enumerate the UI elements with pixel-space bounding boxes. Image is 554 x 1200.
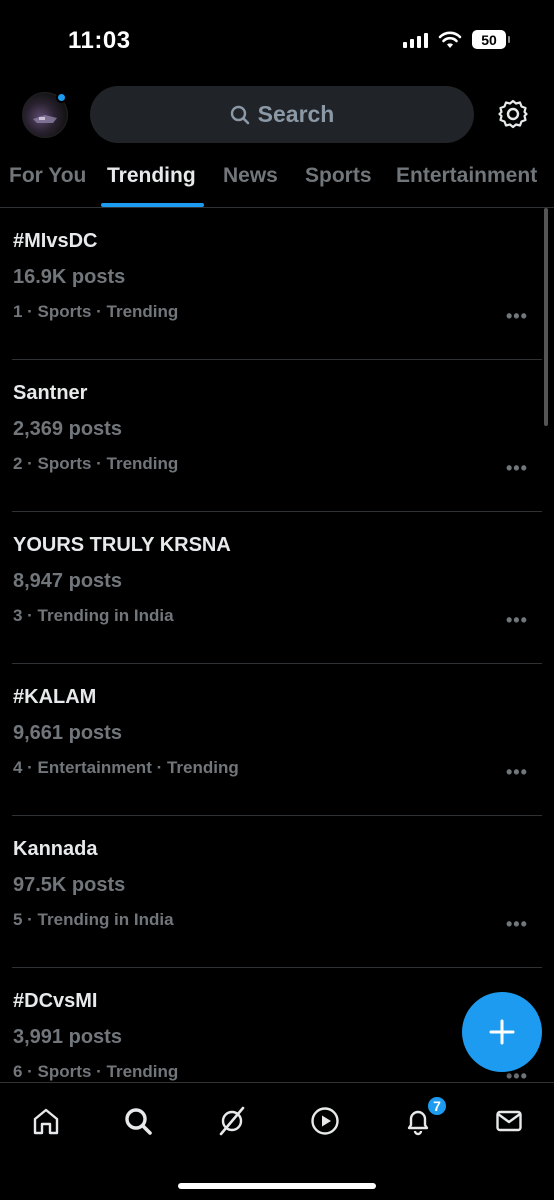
battery-indicator: 50 xyxy=(472,30,510,49)
status-indicators: 50 xyxy=(403,30,510,49)
more-options-icon[interactable]: ••• xyxy=(506,762,528,783)
trend-post-count: 3,991 posts xyxy=(13,1026,122,1048)
trend-item[interactable]: Santner 2,369 posts 2 · Sports · Trendin… xyxy=(0,360,554,512)
status-time: 11:03 xyxy=(68,27,131,54)
trend-item[interactable]: #MIvsDC 16.9K posts 1 · Sports · Trendin… xyxy=(0,208,554,360)
nav-explore[interactable] xyxy=(116,1099,160,1143)
trend-meta: 4 · Entertainment · Trending xyxy=(13,758,239,777)
explore-tabs: For You Trending News Sports Entertainme… xyxy=(0,150,554,208)
search-placeholder: Search xyxy=(257,101,335,127)
trend-meta: 6 · Sports · Trending xyxy=(13,1062,179,1081)
trend-name: Kannada xyxy=(13,838,98,860)
nav-video[interactable] xyxy=(303,1099,347,1143)
search-input[interactable]: Search xyxy=(90,86,474,143)
tab-trending[interactable]: Trending xyxy=(107,164,196,188)
scrollbar[interactable] xyxy=(544,208,548,426)
grok-icon xyxy=(219,1106,245,1136)
wifi-icon xyxy=(438,31,462,48)
more-options-icon[interactable]: ••• xyxy=(506,914,528,935)
plus-icon xyxy=(489,1019,515,1045)
tab-for-you[interactable]: For You xyxy=(9,164,86,188)
trend-meta: 5 · Trending in India xyxy=(13,910,174,929)
trend-name: #KALAM xyxy=(13,686,97,708)
header: Search xyxy=(0,84,554,146)
bottom-navigation: 7 xyxy=(0,1082,554,1200)
tab-sports[interactable]: Sports xyxy=(305,164,372,188)
notification-count-badge: 7 xyxy=(426,1095,448,1117)
trend-meta: 2 · Sports · Trending xyxy=(13,454,179,473)
home-icon xyxy=(33,1108,59,1135)
nav-home[interactable] xyxy=(24,1099,68,1143)
trend-post-count: 16.9K posts xyxy=(13,266,126,288)
tab-news[interactable]: News xyxy=(223,164,278,188)
more-options-icon[interactable]: ••• xyxy=(506,610,528,631)
avatar-notification-dot xyxy=(56,92,67,103)
trend-post-count: 9,661 posts xyxy=(13,722,122,744)
search-icon xyxy=(230,105,249,124)
trend-post-count: 2,369 posts xyxy=(13,418,122,440)
active-tab-indicator xyxy=(101,203,204,207)
trend-post-count: 8,947 posts xyxy=(13,570,122,592)
trend-name: YOURS TRULY KRSNA xyxy=(13,534,231,556)
video-icon xyxy=(311,1107,339,1135)
trend-item[interactable]: #KALAM 9,661 posts 4 · Entertainment · T… xyxy=(0,664,554,816)
more-options-icon[interactable]: ••• xyxy=(506,458,528,479)
trend-post-count: 97.5K posts xyxy=(13,874,126,896)
trend-name: #DCvsMI xyxy=(13,990,98,1012)
compose-button[interactable] xyxy=(462,992,542,1072)
signal-icon xyxy=(403,32,428,48)
trend-name: #MIvsDC xyxy=(13,230,98,252)
battery-level: 50 xyxy=(481,31,497,48)
trend-meta: 1 · Sports · Trending xyxy=(13,302,179,321)
home-indicator[interactable] xyxy=(178,1183,376,1189)
search-icon xyxy=(125,1108,152,1135)
status-bar: 11:03 50 xyxy=(0,0,554,80)
nav-grok[interactable] xyxy=(210,1099,254,1143)
messages-icon xyxy=(496,1110,522,1132)
more-options-icon[interactable]: ••• xyxy=(506,306,528,327)
tab-entertainment[interactable]: Entertainment xyxy=(396,164,537,188)
trend-item[interactable]: Kannada 97.5K posts 5 · Trending in Indi… xyxy=(0,816,554,968)
settings-button[interactable] xyxy=(494,95,532,133)
trend-name: Santner xyxy=(13,382,88,404)
nav-messages[interactable] xyxy=(487,1099,531,1143)
trend-item[interactable]: YOURS TRULY KRSNA 8,947 posts 3 · Trendi… xyxy=(0,512,554,664)
gear-icon xyxy=(498,99,528,129)
trend-meta: 3 · Trending in India xyxy=(13,606,174,625)
